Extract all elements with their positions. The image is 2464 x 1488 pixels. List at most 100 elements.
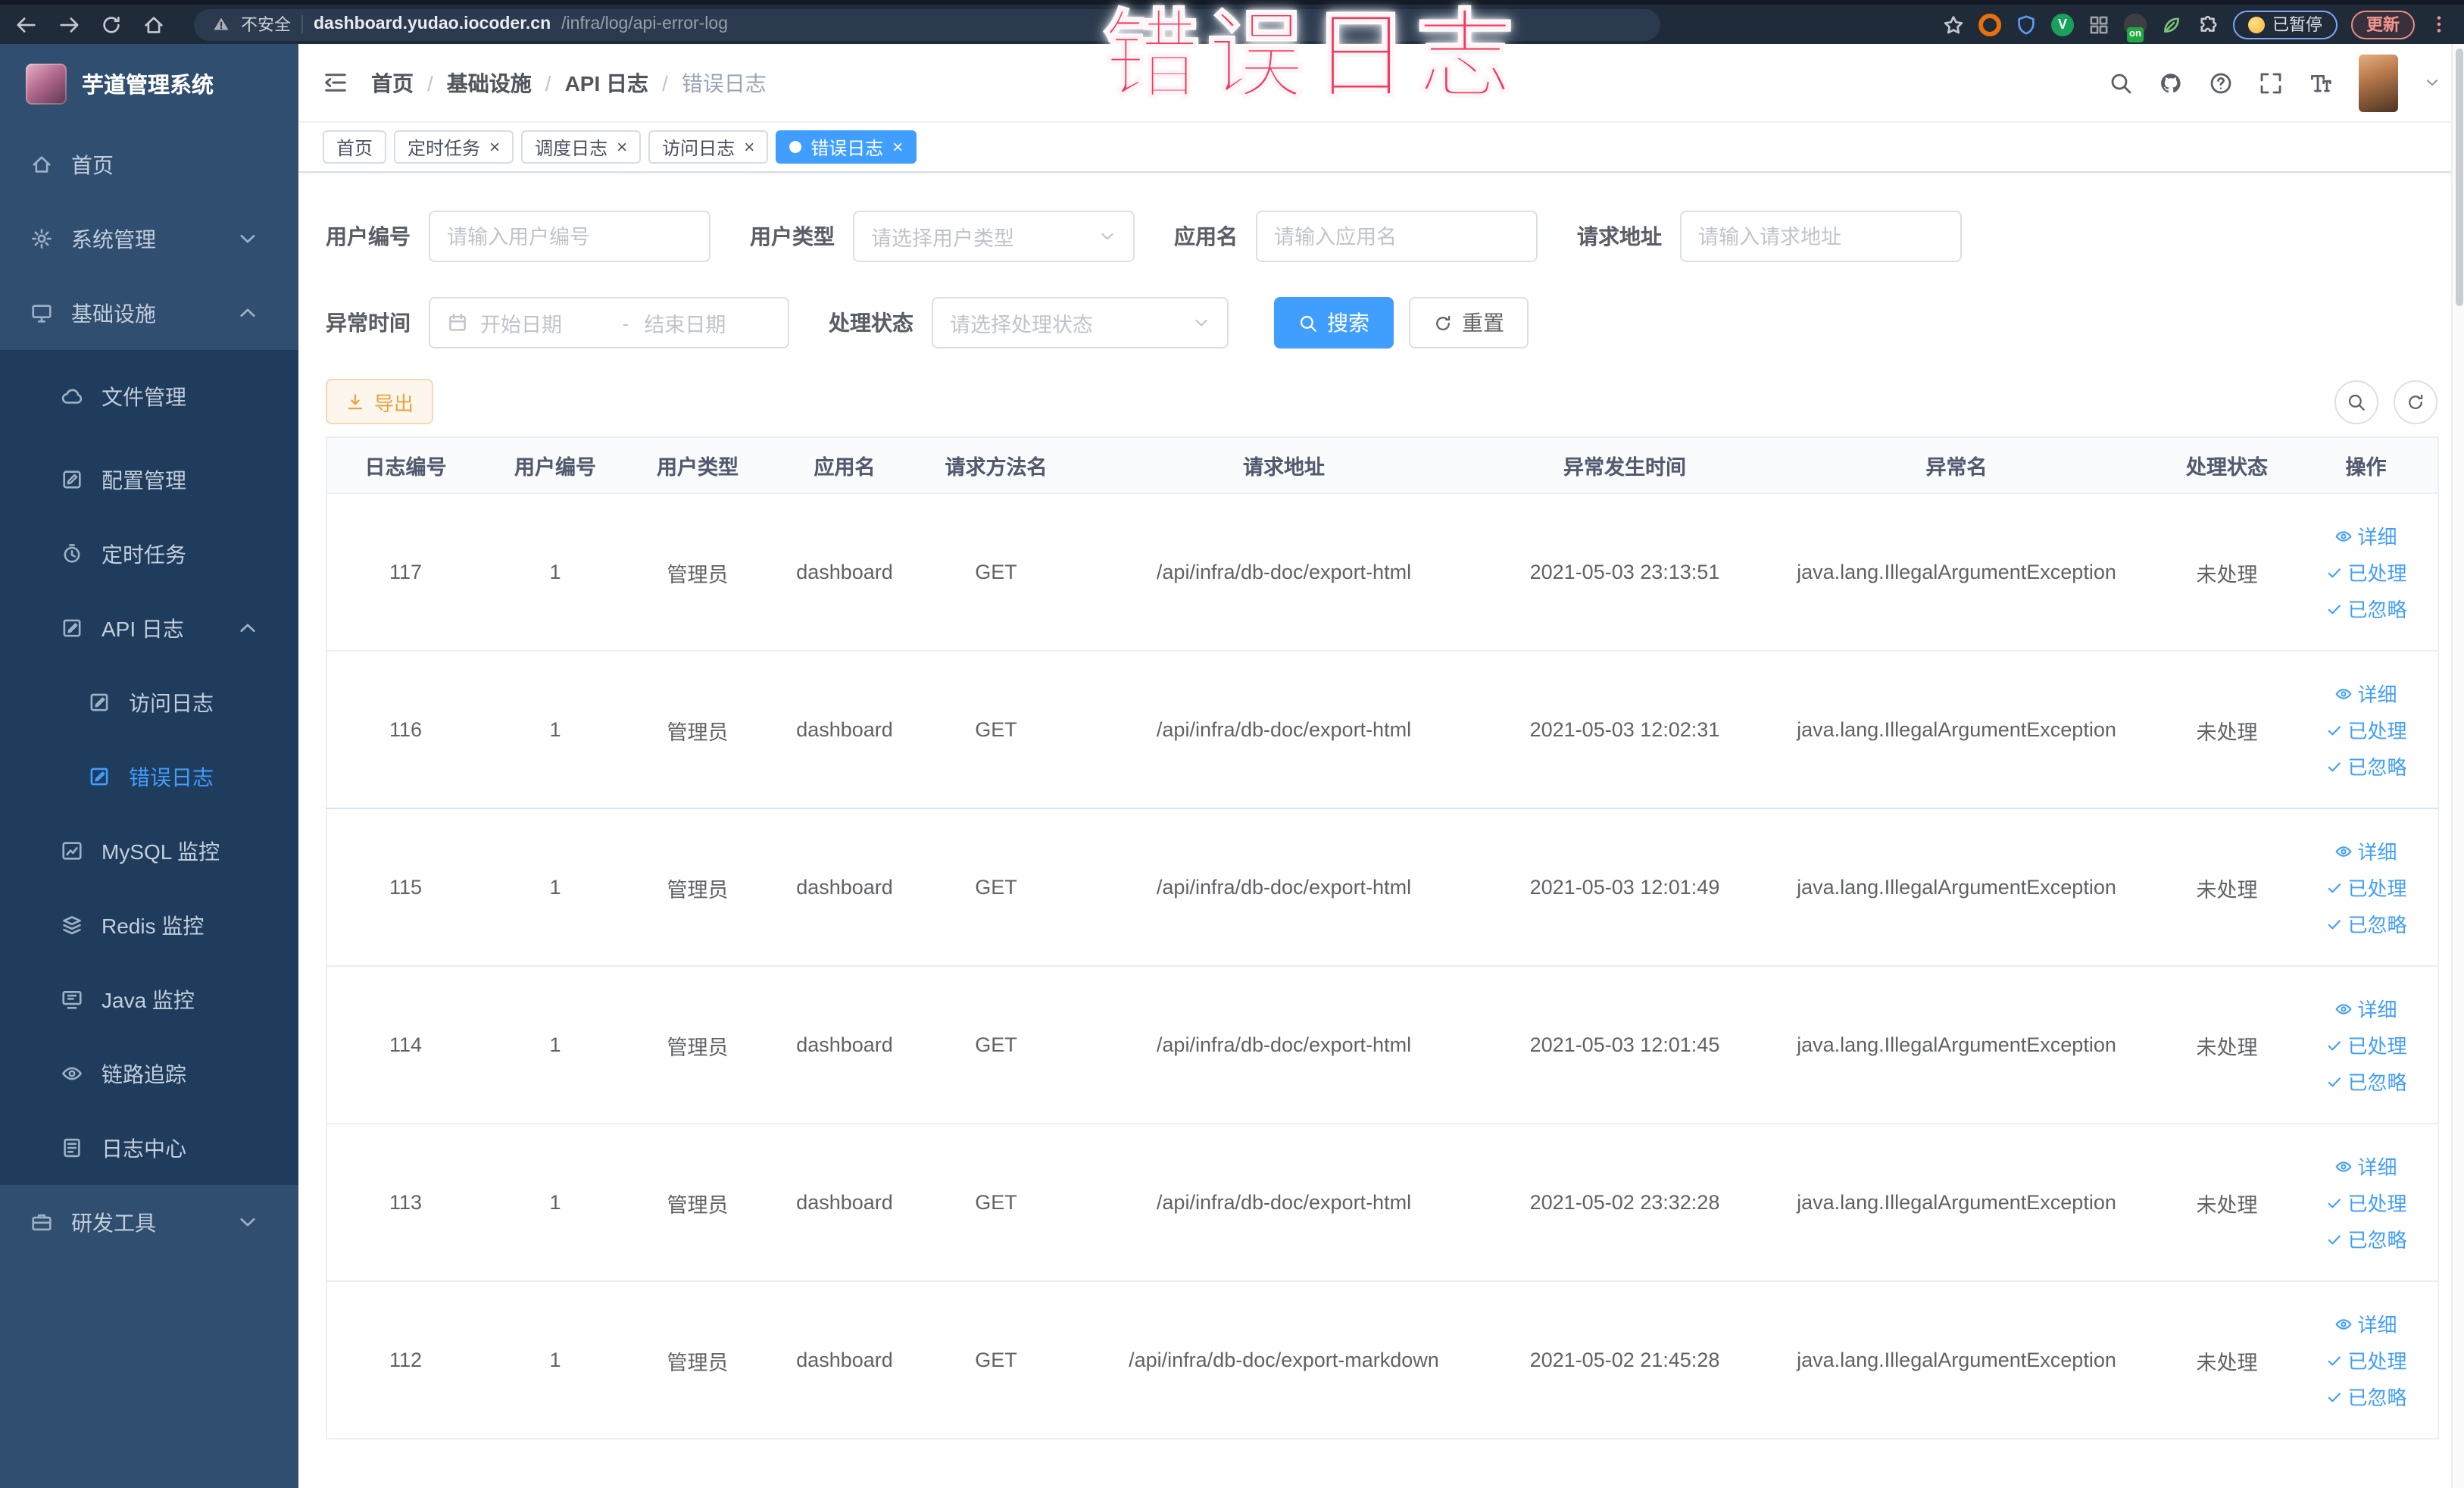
table-toolbar: 导出 (326, 379, 2437, 424)
sidebar-item[interactable]: MySQL 监控 (0, 814, 298, 888)
ext-green-v-icon[interactable]: V (2051, 13, 2074, 36)
view-tab[interactable]: 访问日志 × (648, 130, 769, 164)
close-icon[interactable]: × (617, 138, 627, 156)
app-name-input[interactable] (1274, 225, 1519, 248)
fullscreen-icon[interactable] (2259, 70, 2283, 95)
cell-user-type: 管理员 (626, 651, 769, 809)
sidebar-item[interactable]: 访问日志 (0, 665, 298, 739)
view-tab[interactable]: 首页 (323, 130, 387, 164)
cell-user-type: 管理员 (626, 493, 769, 652)
ext-orange-ring-icon[interactable] (1978, 13, 2001, 36)
reload-icon[interactable] (100, 13, 123, 36)
home-icon[interactable] (142, 13, 165, 36)
row-action-link[interactable]: 详细 (2334, 679, 2397, 708)
reset-button[interactable]: 重置 (1409, 297, 1529, 349)
sidebar-item[interactable]: 日志中心 (0, 1111, 298, 1185)
user-avatar[interactable] (2359, 54, 2398, 111)
row-action-label: 详细 (2357, 841, 2397, 864)
fontsize-icon[interactable] (2309, 70, 2333, 95)
close-icon[interactable]: × (744, 138, 754, 156)
error-log-table: 日志编号 用户编号 用户类型 应用名 请求方法名 请求地址 异常发生时间 异常名 处理状态 操作 … (326, 436, 2439, 1440)
row-action-link[interactable]: 已处理 (2325, 1188, 2407, 1217)
user-type-select[interactable]: 请选择用户类型 (853, 211, 1135, 262)
sidebar-item[interactable]: 链路追踪 (0, 1036, 298, 1111)
breadcrumb-item[interactable]: API 日志 / (565, 67, 682, 98)
scrollbar-thumb[interactable] (2456, 48, 2463, 306)
refresh-button[interactable] (2394, 380, 2437, 424)
ext-grid-icon[interactable] (2088, 13, 2110, 36)
sidebar-item[interactable]: 首页 (0, 127, 298, 202)
row-action-link[interactable]: 详细 (2334, 1152, 2397, 1180)
breadcrumb-item[interactable]: 错误日志 / (682, 67, 767, 98)
sidebar-item[interactable]: 文件管理 (0, 350, 298, 442)
sidebar-item[interactable]: Redis 监控 (0, 888, 298, 962)
java-monitor-icon (61, 988, 83, 1011)
browser-menu-icon[interactable] (2428, 14, 2450, 35)
row-action-link[interactable]: 详细 (2334, 994, 2397, 1023)
breadcrumb-item[interactable]: 基础设施 / (447, 67, 565, 98)
row-action-link[interactable]: 已处理 (2325, 1346, 2407, 1374)
ext-puzzle-icon[interactable] (2197, 13, 2219, 36)
row-action-link[interactable]: 已忽略 (2325, 1224, 2407, 1253)
row-action-label: 已处理 (2347, 1035, 2407, 1058)
download-icon (345, 392, 365, 411)
row-action-link[interactable]: 详细 (2334, 1309, 2397, 1338)
row-action-link[interactable]: 已忽略 (2325, 752, 2407, 780)
user-menu-caret-icon[interactable] (2424, 74, 2441, 91)
row-actions: 详细 已处理 已忽略 (2300, 679, 2431, 780)
row-action-link[interactable]: 已忽略 (2325, 594, 2407, 623)
view-tab[interactable]: 错误日志 × (776, 130, 917, 164)
ext-shield-icon[interactable] (2015, 13, 2038, 36)
request-url-input[interactable] (1698, 225, 1944, 248)
paused-chip[interactable]: 已暂停 (2233, 10, 2338, 39)
row-action-link[interactable]: 详细 (2334, 836, 2397, 865)
sidebar-item[interactable]: 基础设施 (0, 276, 298, 350)
sidebar-item[interactable]: 配置管理 (0, 442, 298, 517)
row-action-link[interactable]: 已处理 (2325, 558, 2407, 586)
close-icon[interactable]: × (489, 138, 500, 156)
sidebar-item[interactable]: Java 监控 (0, 962, 298, 1036)
view-tab[interactable]: 调度日志 × (521, 130, 642, 164)
search-icon[interactable] (2109, 70, 2133, 95)
sidebar-item[interactable]: 系统管理 (0, 202, 298, 276)
menu-fold-icon[interactable] (323, 70, 348, 95)
ext-dark-on-icon[interactable]: on (2124, 13, 2147, 42)
sidebar-item[interactable]: 研发工具 (0, 1185, 298, 1259)
update-chip[interactable]: 更新 (2351, 10, 2415, 39)
row-action-link[interactable]: 已处理 (2325, 1030, 2407, 1059)
sidebar-item[interactable]: 定时任务 (0, 517, 298, 591)
main-area: 首页 / 基础设施 / API 日志 / 错误日志 首页 定时任务 × 调度日志… (298, 44, 2464, 1488)
search-button[interactable]: 搜索 (1274, 297, 1394, 349)
eye-icon (2334, 527, 2353, 545)
ext-leaf-icon[interactable] (2160, 13, 2183, 36)
row-action-link[interactable]: 已忽略 (2325, 1067, 2407, 1096)
update-chip-label: 更新 (2366, 17, 2400, 35)
export-button[interactable]: 导出 (326, 379, 434, 424)
breadcrumb-item[interactable]: 首页 / (371, 67, 447, 98)
sidebar-item[interactable]: 错误日志 (0, 739, 298, 814)
doc-edit-icon (88, 765, 111, 788)
refresh-icon (2406, 392, 2425, 411)
exception-time-range-picker[interactable]: 开始日期 - 结束日期 (429, 297, 789, 349)
bookmark-star-icon[interactable] (1942, 13, 1965, 36)
calendar-icon (447, 312, 468, 333)
search-toggle-button[interactable] (2334, 380, 2378, 424)
table-row: 112 1 管理员 dashboard GET /api/infra/db-do… (326, 1281, 2438, 1440)
row-action-link[interactable]: 已忽略 (2325, 909, 2407, 938)
view-tab[interactable]: 定时任务 × (394, 130, 514, 164)
row-action-link[interactable]: 已处理 (2325, 873, 2407, 902)
sidebar-item[interactable]: API 日志 (0, 591, 298, 665)
url-bar[interactable]: 不安全 dashboard.yudao.iocoder.cn/infra/log… (194, 8, 1660, 40)
row-action-link[interactable]: 已处理 (2325, 715, 2407, 744)
back-icon[interactable] (15, 13, 38, 36)
doc-edit-icon (61, 617, 83, 639)
github-icon[interactable] (2159, 70, 2183, 95)
row-action-link[interactable]: 详细 (2334, 521, 2397, 550)
row-action-link[interactable]: 已忽略 (2325, 1382, 2407, 1411)
gear-icon (30, 227, 53, 250)
help-icon[interactable] (2209, 70, 2233, 95)
user-id-input[interactable] (447, 225, 692, 248)
forward-icon[interactable] (58, 13, 80, 36)
process-status-select[interactable]: 请选择处理状态 (932, 297, 1229, 349)
close-icon[interactable]: × (892, 138, 903, 156)
